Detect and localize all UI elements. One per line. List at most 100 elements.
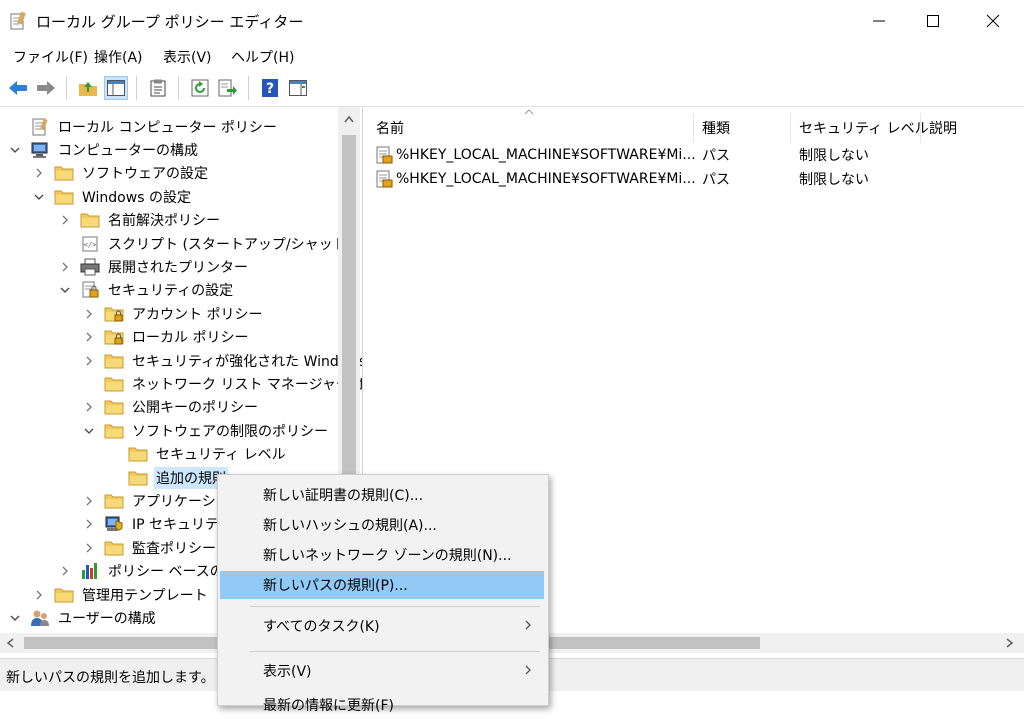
tree-item[interactable]: セキュリティの設定 — [58, 279, 235, 302]
tree-item-label: ローカル ポリシー — [132, 330, 249, 347]
scroll-up-icon[interactable] — [344, 115, 354, 123]
tree-item[interactable]: ソフトウェアの設定 — [32, 162, 210, 185]
column-header-type[interactable]: 種類 — [702, 115, 730, 141]
tree-item[interactable]: IP セキュリティ — [82, 513, 234, 536]
context-menu-item[interactable]: すべてのタスク(K) — [220, 612, 544, 640]
context-menu-item[interactable]: 新しいネットワーク ゾーンの規則(N)... — [220, 541, 544, 569]
chevron-right-icon[interactable] — [32, 588, 46, 602]
locked-folder-icon — [104, 307, 124, 322]
policy-editor-icon — [10, 11, 26, 30]
chevron-down-icon[interactable] — [32, 190, 46, 204]
chevron-right-icon[interactable] — [32, 166, 46, 180]
export-list-button[interactable] — [216, 76, 240, 100]
tree-item[interactable]: ローカル コンピューター ポリシー — [8, 115, 279, 138]
chevron-down-icon[interactable] — [58, 283, 72, 297]
context-menu-item[interactable]: 新しい証明書の規則(C)... — [220, 481, 544, 509]
tree-item[interactable]: ポリシー ベースの C — [58, 560, 240, 583]
show-hide-tree-button[interactable] — [104, 76, 128, 100]
column-header-name[interactable]: 名前 — [376, 115, 404, 141]
properties-button[interactable] — [146, 76, 170, 100]
forward-button[interactable] — [34, 76, 58, 100]
chevron-right-icon[interactable] — [82, 494, 96, 508]
chevron-right-icon[interactable] — [82, 541, 96, 555]
chevron-down-icon[interactable] — [82, 424, 96, 438]
chevron-right-icon[interactable] — [58, 564, 72, 578]
column-separator[interactable] — [790, 113, 791, 143]
refresh-button[interactable] — [188, 76, 212, 100]
toolbar: ? — [0, 70, 1024, 107]
tree-item[interactable]: コンピューターの構成 — [8, 138, 200, 161]
tree-item[interactable]: アカウント ポリシー — [82, 302, 264, 325]
tree-item[interactable]: 公開キーのポリシー — [82, 396, 260, 419]
chevron-down-icon[interactable] — [8, 611, 22, 625]
help-button[interactable]: ? — [258, 76, 282, 100]
tree-item-icon-wrap — [104, 305, 124, 323]
menu-help[interactable]: ヘルプ(H) — [231, 47, 294, 67]
maximize-button[interactable] — [910, 0, 956, 42]
tree-item[interactable]: 名前解決ポリシー — [58, 209, 222, 232]
back-button[interactable] — [6, 76, 30, 100]
tree-item[interactable]: セキュリティが強化された Windows — [82, 349, 362, 372]
up-folder-button[interactable] — [76, 76, 100, 100]
column-header-security-level[interactable]: セキュリティ レベル — [799, 115, 929, 141]
context-menu-item-label: 最新の情報に更新(F) — [263, 698, 394, 714]
tree-item[interactable]: </> スクリプト (スタートアップ/シャットダウン) — [58, 232, 362, 255]
toolbar-separator — [136, 76, 137, 100]
clipboard-icon — [150, 79, 166, 97]
chevron-right-icon[interactable] — [82, 517, 96, 531]
column-header-description[interactable]: 説明 — [929, 115, 957, 141]
tree-item-icon-wrap — [80, 281, 100, 299]
tree-item[interactable]: 展開されたプリンター — [58, 255, 250, 278]
tree-item-label: ソフトウェアの設定 — [82, 166, 208, 183]
close-button[interactable] — [970, 0, 1016, 42]
tree-item[interactable]: 追加の規則 — [106, 466, 228, 489]
show-action-pane-button[interactable] — [286, 76, 310, 100]
chevron-right-icon[interactable] — [82, 330, 96, 344]
chevron-right-icon[interactable] — [82, 354, 96, 368]
chevron-down-icon[interactable] — [8, 143, 22, 157]
folder-icon — [104, 377, 124, 392]
context-menu-item[interactable]: 表示(V) — [220, 657, 544, 685]
tree-horizontal-scroll-thumb[interactable] — [24, 637, 220, 649]
folder-icon — [54, 588, 74, 602]
tree-item[interactable]: ソフトウェアの制限のポリシー — [82, 419, 330, 442]
chevron-right-icon[interactable] — [58, 260, 72, 274]
chevron-right-icon[interactable] — [82, 400, 96, 414]
table-row[interactable]: %HKEY_LOCAL_MACHINE¥SOFTWARE¥Mi... パス 制限しな… — [374, 143, 1014, 167]
folder-icon — [104, 400, 124, 415]
menu-file[interactable]: ファイル(F) — [13, 47, 88, 67]
tree-item[interactable]: 管理用テンプレート — [32, 583, 210, 606]
column-separator[interactable] — [920, 113, 921, 143]
minimize-button[interactable] — [856, 0, 902, 42]
context-menu-item[interactable]: 新しいハッシュの規則(A)... — [220, 511, 544, 539]
tree-item[interactable]: ユーザーの構成 — [8, 606, 158, 629]
chevron-right-icon[interactable] — [58, 213, 72, 227]
security-settings-icon — [82, 281, 99, 298]
column-separator[interactable] — [693, 113, 694, 143]
tree-item-label: ローカル コンピューター ポリシー — [58, 119, 277, 136]
tree-item[interactable]: Windows の設定 — [32, 185, 193, 208]
minimize-icon — [873, 20, 885, 22]
chevron-right-icon[interactable] — [82, 307, 96, 321]
tree-item[interactable]: セキュリティ レベル — [106, 443, 288, 466]
tree-item[interactable]: ネットワーク リスト マネージャー ポリシー — [82, 372, 362, 395]
submenu-arrow-icon — [524, 664, 532, 678]
folder-icon — [54, 166, 74, 181]
ip-security-icon — [105, 516, 123, 532]
scroll-right-icon[interactable] — [1006, 638, 1014, 648]
menu-view[interactable]: 表示(V) — [163, 47, 212, 67]
list-horizontal-scroll-thumb[interactable] — [548, 637, 760, 649]
tree-item-icon-wrap: </> — [80, 235, 100, 253]
locked-folder-icon — [104, 330, 124, 345]
tree-item-label: ユーザーの構成 — [58, 610, 156, 627]
context-menu-item[interactable]: 最新の情報に更新(F) — [220, 691, 544, 719]
context-menu-item[interactable]: 新しいパスの規則(P)... — [220, 571, 544, 599]
context-menu-item-label: すべてのタスク(K) — [263, 619, 380, 635]
table-row[interactable]: %HKEY_LOCAL_MACHINE¥SOFTWARE¥Mi... パス 制限しな… — [374, 167, 1014, 191]
scroll-left-icon[interactable] — [6, 638, 14, 648]
context-menu-item-label: 新しい証明書の規則(C)... — [263, 488, 424, 504]
tree-item[interactable]: 監査ポリシーの — [82, 536, 232, 559]
menu-action[interactable]: 操作(A) — [94, 47, 143, 67]
tree-item[interactable]: ローカル ポリシー — [82, 326, 250, 349]
